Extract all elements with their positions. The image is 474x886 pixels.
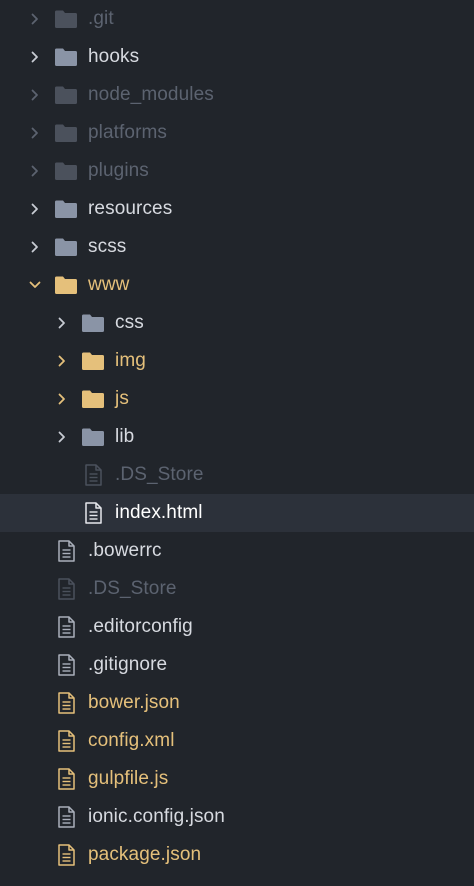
file-tree: .git hooks node_modules platforms plugins res… — [0, 0, 474, 886]
chevron-right-icon[interactable] — [55, 430, 69, 444]
folder-item-lib[interactable]: lib — [0, 418, 474, 456]
folder-icon — [54, 160, 78, 182]
folder-item-css[interactable]: css — [0, 304, 474, 342]
tree-item-label: index.html — [115, 502, 203, 523]
file-item-package-json[interactable]: package.json — [0, 836, 474, 874]
folder-icon — [54, 84, 78, 106]
tree-item-label: .gitignore — [88, 654, 168, 675]
tree-item-label: ionic.config.json — [88, 806, 225, 827]
tree-item-label: plugins — [88, 160, 149, 181]
folder-item-www[interactable]: www — [0, 266, 474, 304]
file-text-icon — [81, 464, 105, 486]
folder-icon — [81, 312, 105, 334]
file-item-dot-editorconfig[interactable]: .editorconfig — [0, 608, 474, 646]
folder-icon — [81, 350, 105, 372]
folder-icon — [54, 46, 78, 68]
folder-item-hooks[interactable]: hooks — [0, 38, 474, 76]
folder-icon — [54, 8, 78, 30]
file-item-index-html[interactable]: index.html — [0, 494, 474, 532]
folder-item-dot-git[interactable]: .git — [0, 0, 474, 38]
tree-item-label: .bowerrc — [88, 540, 162, 561]
file-item-dot-gitignore[interactable]: .gitignore — [0, 646, 474, 684]
tree-item-label: scss — [88, 236, 127, 257]
file-item-config-xml[interactable]: config.xml — [0, 722, 474, 760]
chevron-right-icon[interactable] — [28, 12, 42, 26]
tree-item-label: .editorconfig — [88, 616, 193, 637]
tree-item-label: config.xml — [88, 730, 175, 751]
file-text-icon — [54, 806, 78, 828]
tree-item-label: hooks — [88, 46, 140, 67]
tree-item-label: node_modules — [88, 84, 214, 105]
chevron-down-icon[interactable] — [28, 278, 42, 292]
file-text-icon — [54, 844, 78, 866]
chevron-right-icon[interactable] — [55, 316, 69, 330]
tree-item-label: package.json — [88, 844, 202, 865]
chevron-right-icon[interactable] — [28, 164, 42, 178]
tree-item-label: gulpfile.js — [88, 768, 169, 789]
tree-item-label: resources — [88, 198, 173, 219]
folder-item-resources[interactable]: resources — [0, 190, 474, 228]
tree-item-label: platforms — [88, 122, 168, 143]
folder-icon — [81, 388, 105, 410]
file-text-icon — [54, 578, 78, 600]
tree-item-label: img — [115, 350, 146, 371]
file-item-gulpfile-js[interactable]: gulpfile.js — [0, 760, 474, 798]
chevron-right-icon[interactable] — [55, 392, 69, 406]
tree-item-label: js — [115, 388, 129, 409]
file-item-dot-ds-store[interactable]: .DS_Store — [0, 456, 474, 494]
folder-item-img[interactable]: img — [0, 342, 474, 380]
file-text-icon — [54, 768, 78, 790]
folder-icon — [54, 274, 78, 296]
chevron-right-icon[interactable] — [28, 50, 42, 64]
tree-item-label: .git — [88, 8, 114, 29]
folder-item-plugins[interactable]: plugins — [0, 152, 474, 190]
file-item-dot-ds-store[interactable]: .DS_Store — [0, 570, 474, 608]
tree-item-label: .DS_Store — [115, 464, 204, 485]
chevron-right-icon[interactable] — [28, 240, 42, 254]
file-text-icon — [54, 540, 78, 562]
file-item-bower-json[interactable]: bower.json — [0, 684, 474, 722]
chevron-right-icon[interactable] — [55, 354, 69, 368]
file-text-icon — [54, 730, 78, 752]
tree-item-label: bower.json — [88, 692, 180, 713]
folder-item-scss[interactable]: scss — [0, 228, 474, 266]
file-text-icon — [54, 616, 78, 638]
file-text-icon — [81, 502, 105, 524]
file-item-ionic-config-json[interactable]: ionic.config.json — [0, 798, 474, 836]
folder-icon — [54, 122, 78, 144]
file-text-icon — [54, 654, 78, 676]
folder-item-platforms[interactable]: platforms — [0, 114, 474, 152]
chevron-right-icon[interactable] — [28, 126, 42, 140]
tree-item-label: css — [115, 312, 144, 333]
file-text-icon — [54, 692, 78, 714]
folder-icon — [81, 426, 105, 448]
chevron-right-icon[interactable] — [28, 88, 42, 102]
folder-icon — [54, 236, 78, 258]
file-item-dot-bowerrc[interactable]: .bowerrc — [0, 532, 474, 570]
tree-item-label: www — [88, 274, 130, 295]
tree-item-label: .DS_Store — [88, 578, 177, 599]
tree-item-label: lib — [115, 426, 135, 447]
chevron-right-icon[interactable] — [28, 202, 42, 216]
folder-icon — [54, 198, 78, 220]
folder-item-js[interactable]: js — [0, 380, 474, 418]
folder-item-node-modules[interactable]: node_modules — [0, 76, 474, 114]
